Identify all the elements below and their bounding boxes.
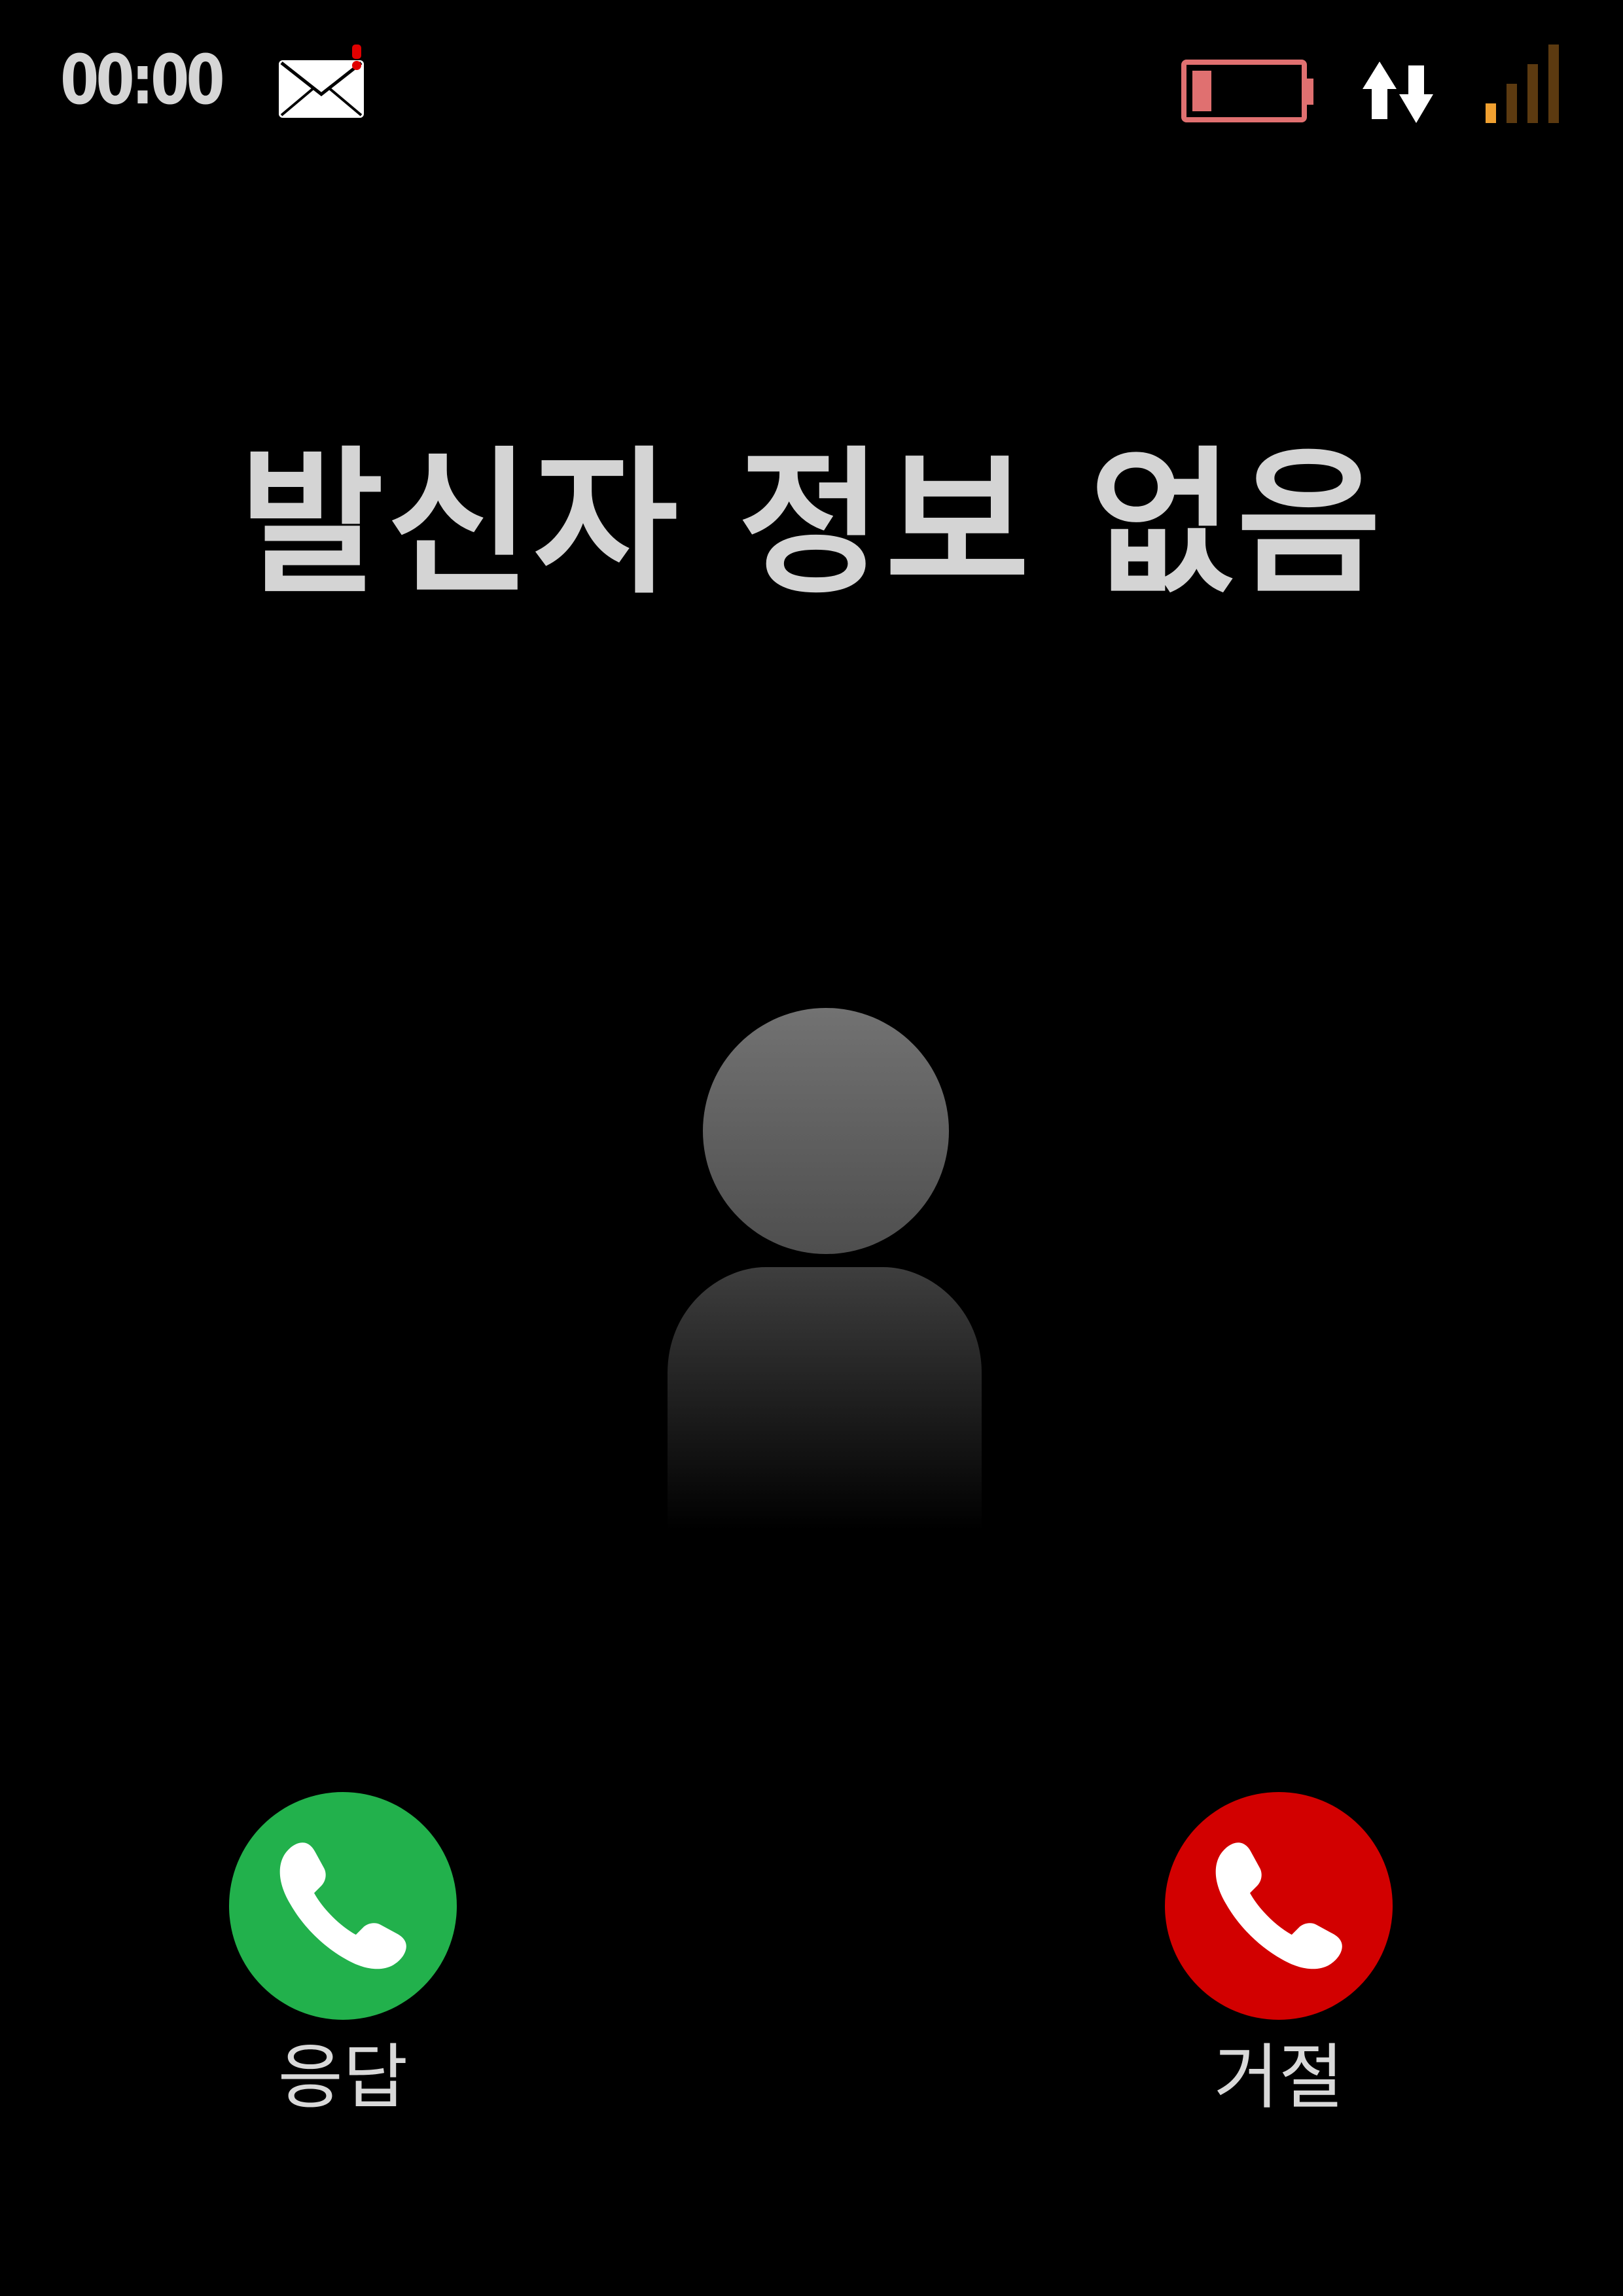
phone-icon: [279, 1842, 406, 1969]
decline-action: 거절: [1161, 1792, 1397, 2117]
answer-button[interactable]: [229, 1792, 457, 2020]
data-transfer-icon: [1363, 62, 1433, 123]
battery-low-icon: [1181, 60, 1313, 122]
person-silhouette-icon: [668, 1008, 982, 1530]
answer-label: 응답: [277, 2037, 408, 2119]
decline-button[interactable]: [1165, 1792, 1393, 2020]
status-bar: 00:00: [0, 0, 1623, 157]
mail-notification-icon[interactable]: [277, 43, 366, 120]
phone-icon: [1215, 1842, 1342, 1969]
signal-strength-icon: [1486, 45, 1559, 123]
decline-label: 거절: [1213, 2037, 1344, 2119]
caller-name: 발신자 정보 없음: [239, 432, 1384, 615]
answer-action: 응답: [225, 1792, 461, 2117]
status-clock: 00:00: [60, 40, 225, 120]
